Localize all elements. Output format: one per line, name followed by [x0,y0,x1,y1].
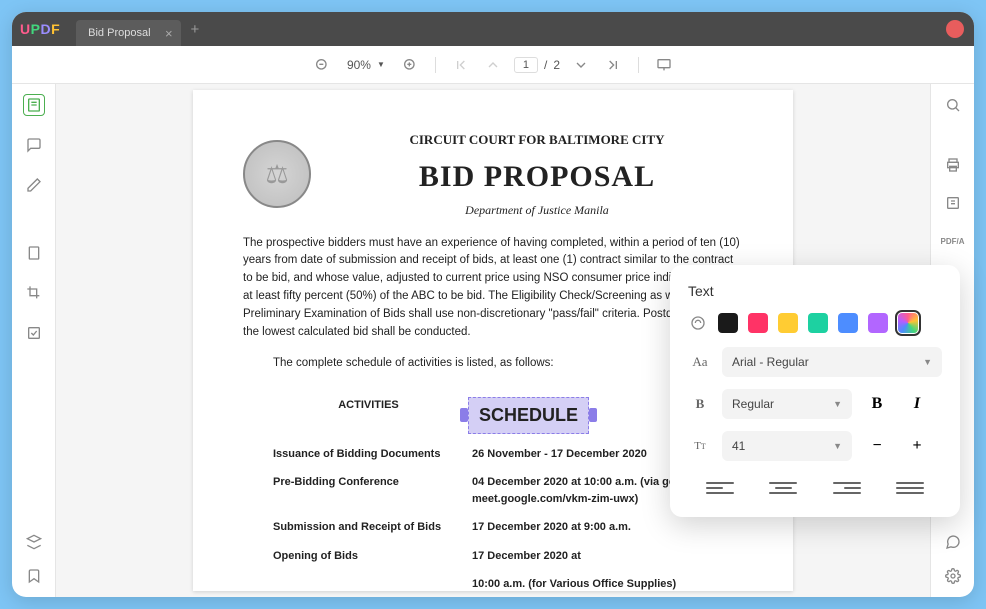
left-sidebar [12,84,56,597]
bold-label-icon: B [688,396,712,412]
activities-header: ACTIVITIES [243,391,468,440]
search-icon[interactable] [942,94,964,116]
schedule-table: ACTIVITIES SCHEDULE Issuance of Bidding … [243,391,743,597]
tab-title: Bid Proposal [88,27,150,39]
table-row: Pre-Bidding Conference04 December 2020 a… [243,468,743,513]
current-page-input[interactable]: 1 [514,57,538,73]
layers-icon[interactable] [23,531,45,553]
print-icon[interactable] [942,154,964,176]
table-row: 10:00 a.m. (for Various Office Supplies) [243,570,743,597]
document-title: BID PROPOSAL [331,154,743,199]
font-size-select[interactable]: 41▼ [722,431,852,461]
first-page-button[interactable] [450,54,472,76]
resize-handle-right[interactable] [589,408,597,422]
color-row [688,313,942,333]
color-swatch-purple[interactable] [868,313,888,333]
align-right-button[interactable] [833,477,861,499]
close-tab-icon[interactable]: × [165,26,173,41]
pdfa-icon[interactable]: PDF/A [942,230,964,252]
zoom-out-button[interactable] [311,54,333,76]
color-swatch-black[interactable] [718,313,738,333]
app-logo: UPDF [20,21,60,37]
weight-row: B Regular▼ B I [688,389,942,419]
align-justify-button[interactable] [896,477,924,499]
font-family-select[interactable]: Arial - Regular▼ [722,347,942,377]
ocr-icon[interactable] [942,192,964,214]
total-pages: 2 [553,58,560,72]
bold-button[interactable]: B [862,389,892,419]
page-tool[interactable] [23,242,45,264]
settings-icon[interactable] [942,565,964,587]
align-center-button[interactable] [769,477,797,499]
font-row: Aa Arial - Regular▼ [688,347,942,377]
color-swatch-blue[interactable] [838,313,858,333]
next-page-button[interactable] [570,54,592,76]
schedule-text-selection[interactable]: SCHEDULE [468,397,589,434]
color-swatch-pink[interactable] [748,313,768,333]
italic-button[interactable]: I [902,389,932,419]
document-tab[interactable]: Bid Proposal × [76,20,180,46]
department-name: Department of Justice Manila [331,201,743,219]
comment-tool[interactable] [23,134,45,156]
panel-title: Text [688,283,942,299]
zoom-in-button[interactable] [399,54,421,76]
schedule-header-text: SCHEDULE [479,405,578,425]
font-weight-select[interactable]: Regular▼ [722,389,852,419]
table-row: Submission and Receipt of Bids17 Decembe… [243,513,743,542]
color-picker-icon[interactable] [688,313,708,333]
presentation-button[interactable] [653,54,675,76]
bookmark-icon[interactable] [23,565,45,587]
reader-tool[interactable] [23,94,45,116]
table-row: Opening of Bids17 December 2020 at [243,542,743,571]
font-label-icon: Aa [688,354,712,370]
edit-tool[interactable] [23,174,45,196]
size-label-icon: TT [688,440,712,452]
zoom-dropdown[interactable]: 90% ▼ [343,58,389,72]
color-swatch-teal[interactable] [808,313,828,333]
size-row: TT 41▼ − + [688,431,942,461]
titlebar: UPDF Bid Proposal × + [12,12,974,46]
resize-handle-left[interactable] [460,408,468,422]
chat-icon[interactable] [942,531,964,553]
court-seal-icon: ⚖ [243,140,311,208]
last-page-button[interactable] [602,54,624,76]
text-properties-panel: Text Aa Arial - Regular▼ B Regular▼ B I … [670,265,960,517]
prev-page-button[interactable] [482,54,504,76]
user-avatar[interactable] [946,20,964,38]
alignment-row [688,473,942,499]
top-toolbar: 90% ▼ 1 / 2 [12,46,974,84]
document-body: The prospective bidders must have an exp… [243,235,743,342]
table-row: Issuance of Bidding Documents26 November… [243,440,743,469]
page-indicator: 1 / 2 [514,57,560,73]
decrease-size-button[interactable]: − [862,431,892,461]
crop-tool[interactable] [23,282,45,304]
color-swatch-yellow[interactable] [778,313,798,333]
document-header: ⚖ CIRCUIT COURT FOR BALTIMORE CITY BID P… [243,130,743,219]
zoom-value: 90% [347,58,371,72]
increase-size-button[interactable]: + [902,431,932,461]
align-left-button[interactable] [706,477,734,499]
add-tab-button[interactable]: + [191,21,200,38]
form-tool[interactable] [23,322,45,344]
court-name: CIRCUIT COURT FOR BALTIMORE CITY [331,130,743,150]
color-swatch-custom[interactable] [898,313,918,333]
